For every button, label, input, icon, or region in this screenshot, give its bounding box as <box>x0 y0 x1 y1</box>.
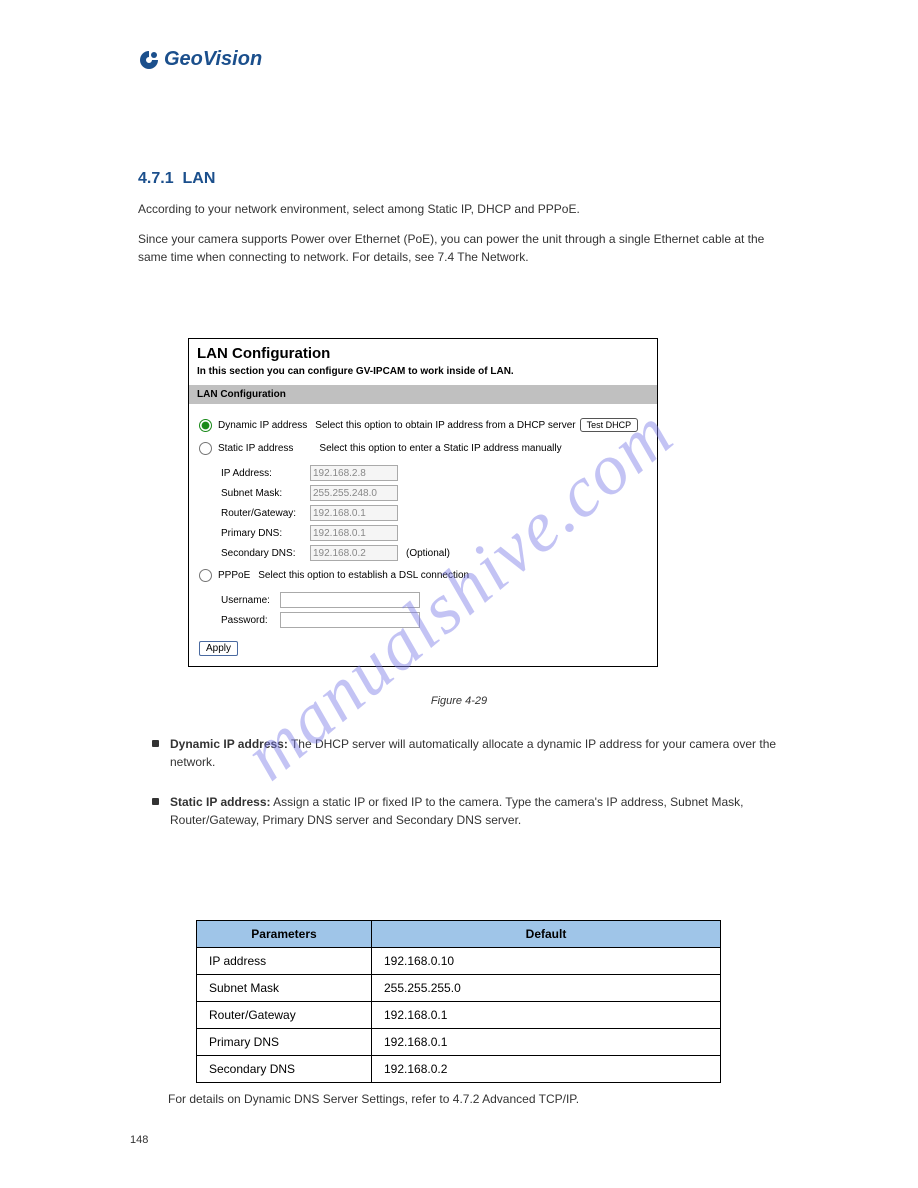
ip-address-label: IP Address: <box>221 468 306 479</box>
intro-paragraph-2: Since your camera supports Power over Et… <box>138 230 780 266</box>
panel-description: In this section you can configure GV-IPC… <box>189 364 657 385</box>
bullet-static: Static IP address: Assign a static IP or… <box>138 793 780 829</box>
dynamic-ip-radio[interactable] <box>199 419 212 432</box>
password-label: Password: <box>221 615 276 626</box>
username-input[interactable] <box>280 592 420 608</box>
optional-note: (Optional) <box>406 548 450 559</box>
bullet-static-label: Static IP address: <box>170 795 271 809</box>
subnet-mask-label: Subnet Mask: <box>221 488 306 499</box>
secondary-dns-input[interactable] <box>310 545 398 561</box>
password-input[interactable] <box>280 612 420 628</box>
table-header-default: Default <box>372 921 721 948</box>
table-row: IP address 192.168.0.10 <box>197 948 721 975</box>
pppoe-fields: Username: Password: <box>221 592 647 628</box>
logo: GeoVision <box>138 48 262 71</box>
defaults-table: Parameters Default IP address 192.168.0.… <box>196 920 721 1083</box>
bullet-dynamic: Dynamic IP address: The DHCP server will… <box>138 735 780 771</box>
table-row: Primary DNS 192.168.0.1 <box>197 1029 721 1056</box>
secondary-dns-label: Secondary DNS: <box>221 548 306 559</box>
pppoe-label: PPPoE <box>218 570 250 581</box>
static-ip-label: Static IP address <box>218 443 293 454</box>
table-row: Secondary DNS 192.168.0.2 <box>197 1056 721 1083</box>
dynamic-ip-desc: Select this option to obtain IP address … <box>315 420 575 431</box>
logo-text: GeoVision <box>164 48 262 71</box>
apply-button[interactable]: Apply <box>199 641 238 656</box>
subnet-mask-input[interactable] <box>310 485 398 501</box>
lan-config-panel: LAN Configuration In this section you ca… <box>188 338 658 667</box>
panel-title: LAN Configuration <box>189 339 657 364</box>
table-row: Subnet Mask 255.255.255.0 <box>197 975 721 1002</box>
panel-subheader: LAN Configuration <box>189 385 657 404</box>
figure-caption: Figure 4-29 <box>431 695 487 707</box>
static-ip-radio[interactable] <box>199 442 212 455</box>
static-ip-desc: Select this option to enter a Static IP … <box>319 443 561 454</box>
static-ip-row: Static IP address Select this option to … <box>199 442 647 455</box>
table-header-parameters: Parameters <box>197 921 372 948</box>
bullet-list: Dynamic IP address: The DHCP server will… <box>138 735 780 851</box>
dynamic-ip-row: Dynamic IP address Select this option to… <box>199 418 647 432</box>
primary-dns-input[interactable] <box>310 525 398 541</box>
static-fields: IP Address: Subnet Mask: Router/Gateway:… <box>221 465 647 561</box>
intro-text: According to your network environment, s… <box>138 200 780 278</box>
username-label: Username: <box>221 595 276 606</box>
router-gateway-input[interactable] <box>310 505 398 521</box>
test-dhcp-button[interactable]: Test DHCP <box>580 418 639 432</box>
footer-text: For details on Dynamic DNS Server Settin… <box>168 1092 780 1106</box>
section-heading: 4.7.1 LAN <box>138 170 215 188</box>
ip-address-input[interactable] <box>310 465 398 481</box>
primary-dns-label: Primary DNS: <box>221 528 306 539</box>
pppoe-desc: Select this option to establish a DSL co… <box>258 570 469 581</box>
logo-icon <box>138 49 160 71</box>
dynamic-ip-label: Dynamic IP address <box>218 420 307 431</box>
bullet-dynamic-label: Dynamic IP address: <box>170 737 288 751</box>
pppoe-radio[interactable] <box>199 569 212 582</box>
table-row: Router/Gateway 192.168.0.1 <box>197 1002 721 1029</box>
intro-paragraph-1: According to your network environment, s… <box>138 200 780 218</box>
panel-body: Dynamic IP address Select this option to… <box>189 404 657 666</box>
router-gateway-label: Router/Gateway: <box>221 508 306 519</box>
pppoe-row: PPPoE Select this option to establish a … <box>199 569 647 582</box>
page-number: 148 <box>130 1134 148 1146</box>
